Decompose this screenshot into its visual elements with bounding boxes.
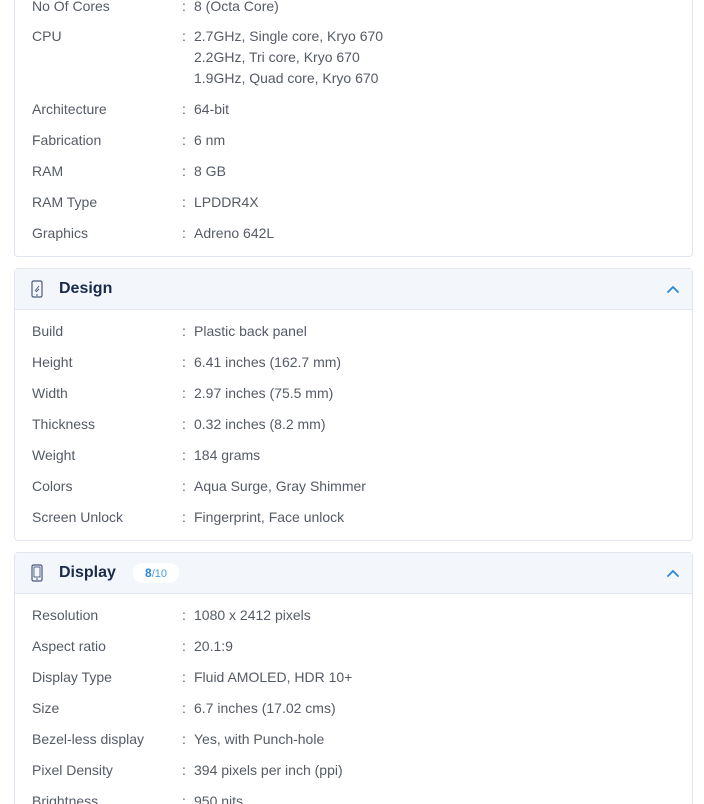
spec-value: 8 (Octa Core): [194, 0, 279, 14]
section-title: Display: [59, 564, 116, 581]
spec-label: Width: [32, 385, 68, 401]
spec-colon: :: [182, 762, 186, 778]
spec-label: Size: [32, 700, 60, 716]
spec-value: Fingerprint, Face unlock: [194, 509, 345, 525]
chevron-up-icon[interactable]: [666, 566, 680, 580]
design-section-header[interactable]: Design: [15, 269, 692, 310]
spec-value: 2.97 inches (75.5 mm): [194, 385, 334, 401]
spec-label: Fabrication: [32, 132, 102, 148]
spec-colon: :: [182, 0, 186, 14]
spec-value: 8 GB: [194, 163, 226, 179]
spec-value: 950 nits: [194, 793, 244, 804]
chevron-up-icon[interactable]: [666, 282, 680, 296]
spec-label: Architecture: [32, 101, 107, 117]
spec-label: Height: [32, 354, 73, 370]
spec-colon: :: [182, 225, 186, 241]
display-section-header[interactable]: Display 8/10: [15, 553, 692, 594]
spec-colon: :: [182, 132, 186, 148]
spec-colon: :: [182, 669, 186, 685]
spec-colon: :: [182, 509, 186, 525]
spec-label: Graphics: [32, 225, 89, 241]
spec-value: 6.41 inches (162.7 mm): [194, 354, 342, 370]
section-title: Design: [59, 280, 113, 297]
spec-colon: :: [182, 101, 186, 117]
spec-colon: :: [182, 793, 186, 804]
spec-value: 20.1:9: [194, 638, 233, 654]
spec-colon: :: [182, 354, 186, 370]
score-max: /10: [151, 568, 167, 580]
spec-value: 6 nm: [194, 132, 226, 148]
spec-value: LPDDR4X: [194, 194, 259, 210]
spec-colon: :: [182, 607, 186, 623]
spec-colon: :: [182, 416, 186, 432]
spec-label: CPU: [32, 28, 62, 44]
processor-section: No Of Cores : 8 (Octa Core) CPU : 2.7GHz…: [14, 0, 693, 257]
spec-colon: :: [182, 385, 186, 401]
spec-label: RAM: [32, 163, 64, 179]
display-section: Display 8/10 Resolution : 1080 x 2412 pi…: [14, 552, 693, 804]
spec-label: Build: [32, 323, 64, 339]
spec-label: Brightness: [32, 793, 99, 804]
spec-value: 1080 x 2412 pixels: [194, 607, 311, 623]
spec-label: Bezel-less display: [32, 731, 145, 747]
spec-value: Fluid AMOLED, HDR 10+: [194, 669, 353, 685]
phone-design-icon: [31, 280, 43, 298]
spec-label: RAM Type: [32, 194, 98, 210]
score-value: 8: [145, 566, 152, 580]
spec-label: Display Type: [32, 669, 112, 685]
spec-colon: :: [182, 731, 186, 747]
spec-label: No Of Cores: [32, 0, 110, 14]
spec-colon: :: [182, 28, 186, 44]
spec-page: No Of Cores : 8 (Octa Core) CPU : 2.7GHz…: [0, 0, 704, 804]
spec-value: 64-bit: [194, 101, 230, 117]
spec-label: Resolution: [32, 607, 99, 623]
spec-colon: :: [182, 638, 186, 654]
spec-value: Plastic back panel: [194, 323, 307, 339]
spec-colon: :: [182, 194, 186, 210]
spec-value: 2.7GHz, Single core, Kryo 670 2.2GHz, Tr…: [194, 28, 384, 86]
spec-label: Colors: [32, 478, 73, 494]
spec-colon: :: [182, 447, 186, 463]
spec-value: 184 grams: [194, 447, 261, 463]
spec-colon: :: [182, 700, 186, 716]
phone-display-icon: [31, 564, 43, 582]
spec-value: Aqua Surge, Gray Shimmer: [194, 478, 366, 494]
design-section: Design Build : Plastic back panel Height…: [14, 268, 693, 541]
spec-value: 394 pixels per inch (ppi): [194, 762, 343, 778]
spec-label: Screen Unlock: [32, 509, 124, 525]
spec-colon: :: [182, 323, 186, 339]
score-badge: 8/10: [133, 563, 179, 583]
spec-value: 0.32 inches (8.2 mm): [194, 416, 326, 432]
spec-label: Weight: [32, 447, 76, 463]
spec-colon: :: [182, 163, 186, 179]
spec-label: Pixel Density: [32, 762, 113, 778]
spec-label: Thickness: [32, 416, 96, 432]
spec-value: Adreno 642L: [194, 225, 275, 241]
spec-value: 6.7 inches (17.02 cms): [194, 700, 336, 716]
spec-value: Yes, with Punch-hole: [194, 731, 325, 747]
spec-label: Aspect ratio: [32, 638, 106, 654]
spec-colon: :: [182, 478, 186, 494]
